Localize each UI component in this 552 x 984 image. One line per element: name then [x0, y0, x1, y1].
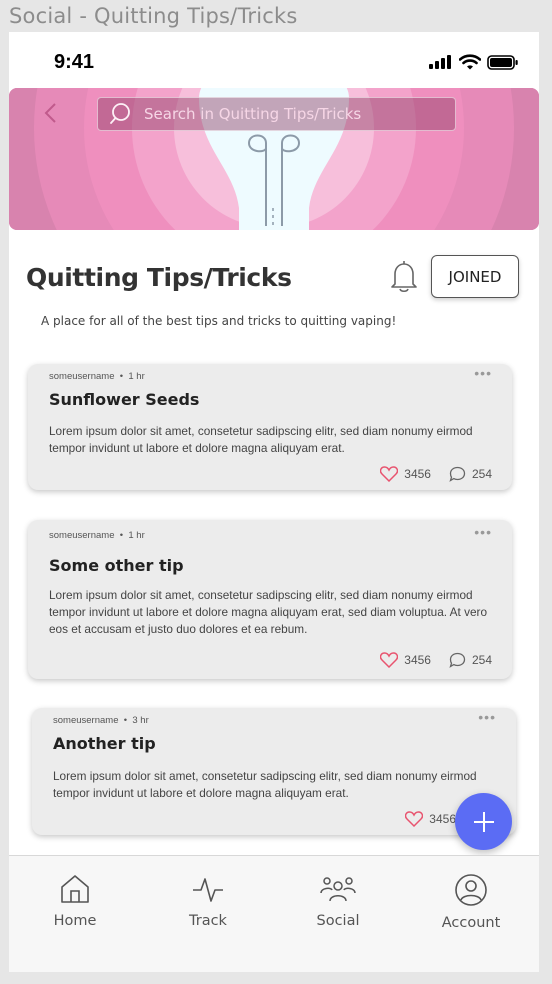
post-body: Lorem ipsum dolor sit amet, consetetur s…	[53, 769, 477, 800]
more-options-icon[interactable]: •••	[478, 709, 496, 725]
heart-icon	[380, 652, 399, 668]
tab-social[interactable]: Social	[293, 873, 383, 929]
like-button[interactable]: 3456	[405, 811, 456, 827]
post-actions: 3456	[405, 811, 456, 827]
post-time: 1 hr	[128, 530, 145, 541]
post-author: someusername	[53, 715, 119, 726]
status-time: 9:41	[54, 51, 95, 73]
meta-separator: •	[117, 371, 126, 382]
meta-separator: •	[121, 715, 130, 726]
plus-icon	[473, 811, 494, 832]
new-post-button[interactable]	[455, 793, 512, 850]
post-meta: someusername • 1 hr	[49, 371, 145, 382]
comment-count: 254	[471, 653, 492, 667]
like-button[interactable]: 3456	[380, 466, 431, 482]
home-icon	[61, 875, 89, 903]
post-body: Lorem ipsum dolor sit amet, consetetur s…	[49, 588, 488, 636]
post-actions: 3456 254	[380, 466, 492, 482]
search-icon	[110, 103, 130, 124]
post-time: 1 hr	[128, 371, 145, 382]
heart-icon	[405, 811, 424, 827]
like-count: 3456	[429, 812, 456, 826]
like-count: 3456	[404, 467, 431, 481]
post-meta: someusername • 1 hr	[49, 530, 145, 541]
back-chevron-icon[interactable]	[41, 102, 63, 124]
comment-icon	[449, 652, 466, 668]
tab-home[interactable]: Home	[30, 873, 120, 929]
comment-icon	[449, 466, 466, 482]
page-title: Quitting Tips/Tricks	[26, 263, 292, 292]
comment-count: 254	[471, 467, 492, 481]
tab-label: Social	[316, 913, 360, 929]
search-bar[interactable]	[97, 97, 456, 131]
post-card[interactable]: someusername • 1 hr ••• Sunflower Seeds …	[28, 364, 512, 490]
comment-button[interactable]: 254	[449, 466, 492, 482]
more-options-icon[interactable]: •••	[474, 524, 492, 540]
like-button[interactable]: 3456	[380, 652, 431, 668]
status-icons	[429, 54, 519, 70]
more-options-icon[interactable]: •••	[474, 365, 492, 381]
post-author: someusername	[49, 371, 115, 382]
tab-label: Account	[441, 915, 501, 931]
battery-icon	[487, 54, 518, 70]
bell-icon[interactable]	[387, 258, 421, 294]
community-banner	[9, 88, 539, 230]
community-description: A place for all of the best tips and tri…	[41, 314, 397, 328]
post-body: Lorem ipsum dolor sit amet, consetetur s…	[49, 424, 473, 455]
comment-button[interactable]: 254	[449, 652, 492, 668]
post-meta: someusername • 3 hr	[53, 715, 149, 726]
search-input[interactable]	[144, 105, 434, 123]
bottom-tab-bar: Home Track Social Account	[9, 855, 539, 972]
post-title: Another tip	[53, 734, 156, 753]
heart-icon	[380, 466, 399, 482]
frame-title: Social - Quitting Tips/Tricks	[9, 4, 298, 28]
cellular-signal-icon	[429, 55, 451, 69]
post-time: 3 hr	[132, 715, 149, 726]
tab-label: Home	[53, 913, 97, 929]
tab-account[interactable]: Account	[426, 873, 516, 931]
meta-separator: •	[117, 530, 126, 541]
phone-screen: 9:41 Search in Quitting Tips/Tricks Quit…	[9, 32, 539, 972]
joined-button[interactable]: JOINED	[431, 255, 519, 298]
activity-icon	[193, 878, 223, 902]
post-actions: 3456 254	[380, 652, 492, 668]
account-icon	[455, 874, 487, 906]
post-card[interactable]: someusername • 1 hr ••• Some other tip L…	[28, 520, 512, 679]
tab-track[interactable]: Track	[163, 873, 253, 929]
wifi-icon	[459, 54, 481, 70]
tab-label: Track	[189, 913, 227, 929]
post-card[interactable]: someusername • 3 hr ••• Another tip Lore…	[32, 708, 516, 835]
status-bar: 9:41	[9, 32, 539, 86]
people-icon	[320, 877, 356, 902]
post-title: Sunflower Seeds	[49, 390, 200, 409]
post-title: Some other tip	[49, 556, 184, 575]
like-count: 3456	[404, 653, 431, 667]
post-author: someusername	[49, 530, 115, 541]
